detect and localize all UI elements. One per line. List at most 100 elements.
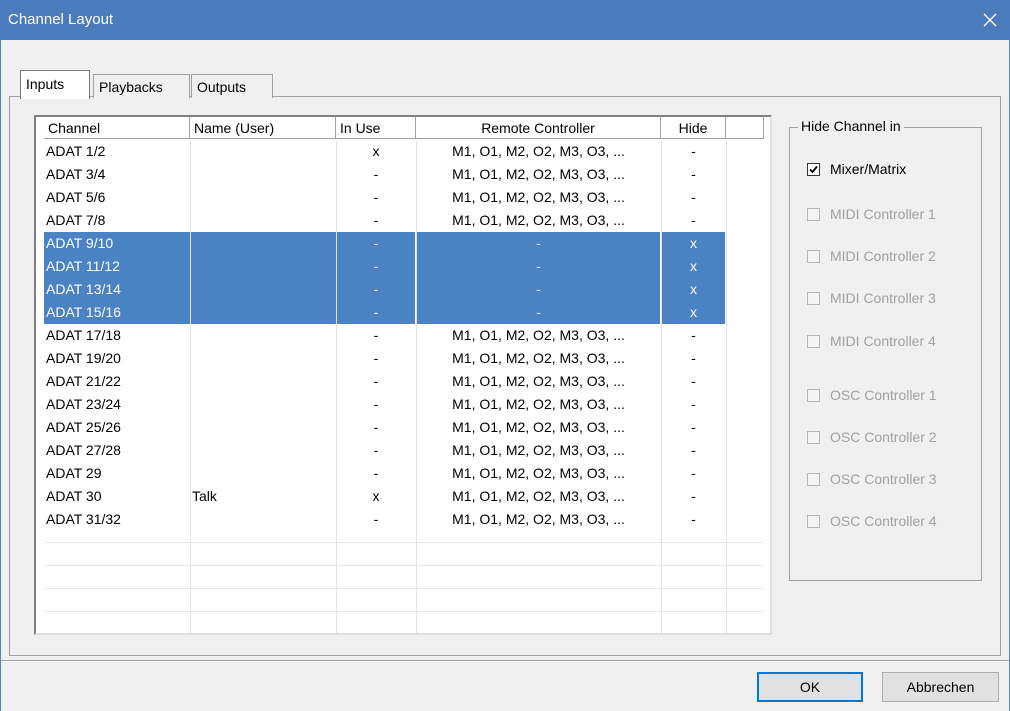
column-divider (190, 141, 191, 633)
table-row[interactable]: ADAT 13/14 - - x (44, 278, 764, 301)
checkbox (807, 430, 820, 444)
cell-name (190, 347, 336, 370)
cell-name (190, 370, 336, 393)
checkbox-label: MIDI Controller 2 (830, 248, 936, 264)
checkbox-label: OSC Controller 1 (830, 387, 937, 403)
cell-remote-controller: - (536, 258, 541, 274)
cell-name (190, 508, 336, 531)
table-row[interactable]: ADAT 21/22 - M1, O1, M2, O2, M3, O3, ... - (44, 370, 764, 393)
cell-name (190, 140, 336, 163)
checkbox-label: MIDI Controller 4 (830, 333, 936, 349)
cell-hide: - (691, 350, 696, 366)
column-divider (336, 141, 337, 633)
window-title: Channel Layout (8, 11, 114, 28)
hide-option-checkbox[interactable]: Mixer/Matrix (807, 160, 906, 178)
cell-channel: ADAT 29 (46, 465, 102, 481)
checkbox-label: OSC Controller 2 (830, 429, 937, 445)
hide-option-checkbox: OSC Controller 2 (807, 428, 937, 446)
cell-in-use: - (373, 166, 379, 182)
table-row[interactable]: ADAT 30 Talk x M1, O1, M2, O2, M3, O3, ... - (44, 485, 764, 508)
checkbox (807, 334, 820, 348)
hide-option-checkbox: MIDI Controller 4 (807, 332, 936, 350)
cell-remote-controller: - (536, 304, 541, 320)
cell-channel: ADAT 13/14 (46, 281, 121, 297)
list-header: Channel Name (User) In Use Remote Contro… (44, 117, 764, 141)
hide-option-checkbox: MIDI Controller 2 (807, 247, 936, 265)
tab-inputs[interactable]: Inputs (20, 70, 90, 99)
channel-list[interactable]: Channel Name (User) In Use Remote Contro… (34, 115, 772, 635)
cell-hide: x (690, 304, 697, 320)
checkbox[interactable] (807, 162, 820, 176)
cell-in-use: x (372, 488, 380, 504)
checkbox (807, 388, 820, 402)
row-divider (44, 611, 764, 612)
cell-channel: ADAT 9/10 (46, 235, 114, 251)
cell-name (190, 301, 336, 324)
tab-label: Inputs (26, 76, 65, 92)
table-row[interactable]: ADAT 15/16 - - x (44, 301, 764, 324)
checkbox (807, 472, 820, 486)
table-row[interactable]: ADAT 29 - M1, O1, M2, O2, M3, O3, ... - (44, 462, 764, 485)
cell-hide: - (691, 166, 696, 182)
table-row[interactable]: ADAT 23/24 - M1, O1, M2, O2, M3, O3, ... - (44, 393, 764, 416)
cell-channel: ADAT 17/18 (46, 327, 121, 343)
table-row[interactable]: ADAT 27/28 - M1, O1, M2, O2, M3, O3, ... - (44, 439, 764, 462)
checkbox (807, 207, 820, 221)
cell-channel: ADAT 21/22 (46, 373, 121, 389)
column-header-in-use[interactable]: In Use (336, 117, 416, 139)
cell-in-use: - (373, 419, 379, 435)
checkbox (807, 249, 820, 263)
cell-in-use: - (373, 396, 379, 412)
checkbox-label: MIDI Controller 3 (830, 290, 936, 306)
table-row[interactable]: ADAT 17/18 - M1, O1, M2, O2, M3, O3, ... - (44, 324, 764, 347)
table-row[interactable]: ADAT 3/4 - M1, O1, M2, O2, M3, O3, ... - (44, 163, 764, 186)
cell-hide: - (691, 189, 696, 205)
cell-remote-controller: M1, O1, M2, O2, M3, O3, ... (452, 350, 625, 366)
cell-channel: ADAT 11/12 (46, 258, 120, 274)
close-button[interactable] (976, 6, 1004, 34)
cell-remote-controller: M1, O1, M2, O2, M3, O3, ... (452, 212, 625, 228)
table-row[interactable]: ADAT 9/10 - - x (44, 232, 764, 255)
table-row[interactable]: ADAT 5/6 - M1, O1, M2, O2, M3, O3, ... - (44, 186, 764, 209)
cell-remote-controller: M1, O1, M2, O2, M3, O3, ... (452, 511, 625, 527)
checkbox-label: OSC Controller 4 (830, 513, 937, 529)
column-divider (416, 141, 417, 633)
table-row[interactable]: ADAT 1/2 x M1, O1, M2, O2, M3, O3, ... - (44, 140, 764, 163)
cell-in-use: x (372, 143, 380, 159)
hide-option-checkbox: OSC Controller 3 (807, 470, 937, 488)
cell-name (190, 278, 336, 301)
tab-outputs[interactable]: Outputs (191, 74, 273, 98)
table-row[interactable]: ADAT 7/8 - M1, O1, M2, O2, M3, O3, ... - (44, 209, 764, 232)
cell-channel: ADAT 31/32 (46, 511, 121, 527)
cell-in-use: - (373, 189, 379, 205)
table-row[interactable]: ADAT 19/20 - M1, O1, M2, O2, M3, O3, ... - (44, 347, 764, 370)
cell-name (190, 416, 336, 439)
cell-hide: - (691, 419, 696, 435)
cell-channel: ADAT 1/2 (46, 143, 106, 159)
cell-remote-controller: M1, O1, M2, O2, M3, O3, ... (452, 373, 625, 389)
ok-button[interactable]: OK (757, 672, 863, 702)
column-header-remote-controller[interactable]: Remote Controller (416, 117, 661, 139)
tab-playbacks[interactable]: Playbacks (93, 74, 190, 98)
checkbox-label: OSC Controller 3 (830, 471, 937, 487)
separator (1, 660, 1009, 662)
column-header-name[interactable]: Name (User) (190, 117, 336, 139)
cell-remote-controller: M1, O1, M2, O2, M3, O3, ... (452, 465, 625, 481)
cell-hide: - (691, 373, 696, 389)
cell-remote-controller: M1, O1, M2, O2, M3, O3, ... (452, 189, 625, 205)
cell-channel: ADAT 7/8 (46, 212, 106, 228)
cell-remote-controller: M1, O1, M2, O2, M3, O3, ... (452, 143, 625, 159)
table-row[interactable]: ADAT 11/12 - - x (44, 255, 764, 278)
column-header-hide[interactable]: Hide (661, 117, 726, 139)
cancel-button[interactable]: Abbrechen (882, 672, 999, 702)
cell-channel: ADAT 30 (46, 488, 102, 504)
cell-hide: x (690, 281, 697, 297)
column-header-channel[interactable]: Channel (44, 117, 190, 139)
cell-name (190, 255, 336, 278)
cell-name (190, 439, 336, 462)
cell-remote-controller: M1, O1, M2, O2, M3, O3, ... (452, 327, 625, 343)
table-row[interactable]: ADAT 25/26 - M1, O1, M2, O2, M3, O3, ... - (44, 416, 764, 439)
row-divider (44, 565, 764, 566)
table-row[interactable]: ADAT 31/32 - M1, O1, M2, O2, M3, O3, ... - (44, 508, 764, 531)
cell-name (190, 163, 336, 186)
